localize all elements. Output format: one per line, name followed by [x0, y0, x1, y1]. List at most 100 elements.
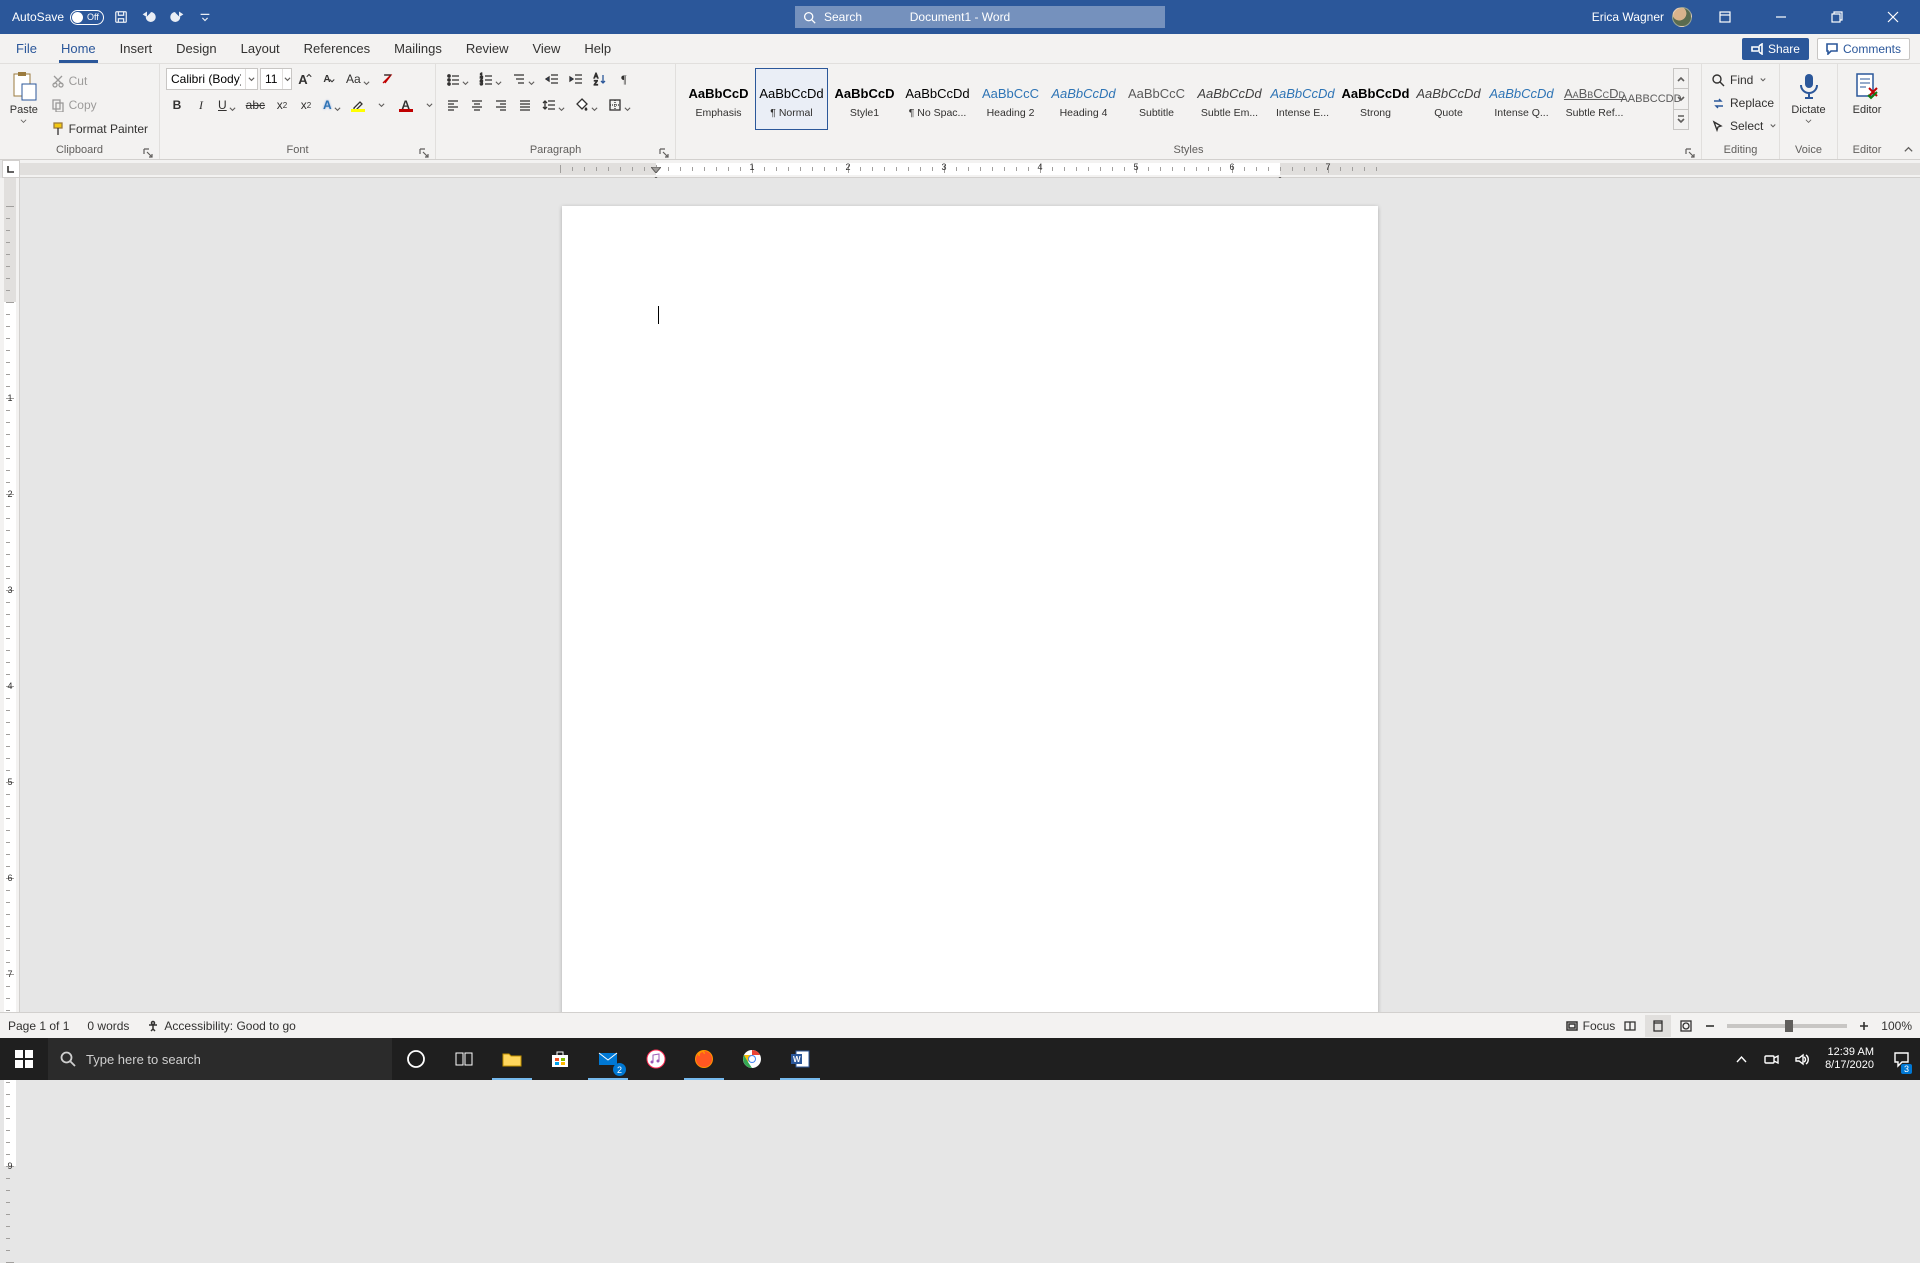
style-item[interactable]: AaBbCcCSubtitle — [1120, 68, 1193, 130]
change-case-button[interactable]: Aa — [342, 68, 374, 90]
zoom-slider[interactable] — [1727, 1024, 1847, 1028]
style-item[interactable]: AaBbCcDdIntense E... — [1266, 68, 1339, 130]
select-button[interactable]: Select — [1708, 116, 1780, 136]
paste-button[interactable]: Paste — [6, 68, 42, 125]
chrome-button[interactable] — [728, 1038, 776, 1080]
taskbar-clock[interactable]: 12:39 AM 8/17/2020 — [1819, 1046, 1880, 1072]
zoom-in-button[interactable] — [1855, 1017, 1873, 1035]
autosave-toggle[interactable]: AutoSave Off — [12, 10, 104, 25]
editor-button[interactable]: Editor — [1845, 68, 1889, 116]
superscript-button[interactable]: x2 — [295, 94, 317, 116]
line-spacing-button[interactable] — [538, 94, 569, 116]
format-painter-button[interactable]: Format Painter — [46, 118, 153, 140]
highlight-color-button[interactable] — [347, 94, 369, 116]
tab-help[interactable]: Help — [572, 34, 623, 63]
file-explorer-button[interactable] — [488, 1038, 536, 1080]
tab-home[interactable]: Home — [49, 34, 108, 63]
volume-button[interactable] — [1789, 1038, 1813, 1080]
status-page[interactable]: Page 1 of 1 — [8, 1019, 69, 1033]
font-size-combo[interactable] — [260, 68, 292, 90]
sort-button[interactable]: AZ — [589, 68, 611, 90]
borders-button[interactable] — [604, 94, 635, 116]
action-center-button[interactable]: 3 — [1886, 1038, 1916, 1080]
bold-button[interactable]: B — [166, 94, 188, 116]
mail-button[interactable]: 2 — [584, 1038, 632, 1080]
maximize-button[interactable] — [1814, 0, 1860, 34]
clear-formatting-button[interactable] — [376, 68, 398, 90]
shrink-font-button[interactable]: A — [318, 68, 340, 90]
grow-font-button[interactable]: A — [294, 68, 316, 90]
taskbar-search[interactable]: Type here to search — [48, 1038, 392, 1080]
style-item[interactable]: AaBbCcDdStrong — [1339, 68, 1412, 130]
show-hide-button[interactable]: ¶ — [613, 68, 635, 90]
replace-button[interactable]: Replace — [1708, 93, 1778, 113]
text-effects-button[interactable]: A — [319, 94, 345, 116]
web-layout-button[interactable] — [1673, 1015, 1699, 1037]
cut-button[interactable]: Cut — [46, 70, 153, 92]
styles-down[interactable] — [1674, 89, 1688, 109]
print-layout-button[interactable] — [1645, 1015, 1671, 1037]
clipboard-launcher[interactable] — [143, 145, 155, 157]
itunes-button[interactable] — [632, 1038, 680, 1080]
copy-button[interactable]: Copy — [46, 94, 153, 116]
align-left-button[interactable] — [442, 94, 464, 116]
subscript-button[interactable]: x2 — [271, 94, 293, 116]
styles-gallery[interactable]: AaBbCcDEmphasisAaBbCcDd¶ NormalAaBbCcDSt… — [682, 68, 1689, 130]
font-launcher[interactable] — [419, 145, 431, 157]
customize-qat-button[interactable] — [194, 6, 216, 28]
paragraph-launcher[interactable] — [659, 145, 671, 157]
dictate-button[interactable]: Dictate — [1787, 68, 1831, 125]
font-name-input[interactable] — [167, 69, 245, 89]
multilevel-list-button[interactable] — [508, 68, 539, 90]
meet-now-button[interactable] — [1759, 1038, 1783, 1080]
word-button[interactable]: W — [776, 1038, 824, 1080]
styles-launcher[interactable] — [1685, 145, 1697, 157]
bullets-button[interactable] — [442, 68, 473, 90]
microsoft-store-button[interactable] — [536, 1038, 584, 1080]
style-item[interactable]: AABBCCDD — [1631, 68, 1671, 130]
search-box[interactable]: Search — [795, 6, 1165, 28]
status-accessibility[interactable]: Accessibility: Good to go — [147, 1019, 295, 1033]
tab-file[interactable]: File — [4, 34, 49, 63]
style-item[interactable]: AaBbCcDdHeading 4 — [1047, 68, 1120, 130]
tab-design[interactable]: Design — [164, 34, 228, 63]
ruler-vertical[interactable]: 123456789 — [0, 178, 20, 1048]
style-item[interactable]: AaBbCcDStyle1 — [828, 68, 901, 130]
focus-mode-button[interactable]: Focus — [1566, 1019, 1616, 1033]
start-button[interactable] — [0, 1038, 48, 1080]
font-name-combo[interactable] — [166, 68, 258, 90]
font-color-button[interactable]: A — [395, 94, 417, 116]
comments-button[interactable]: Comments — [1817, 38, 1910, 60]
align-center-button[interactable] — [466, 94, 488, 116]
font-size-dropdown[interactable] — [282, 69, 291, 89]
decrease-indent-button[interactable] — [541, 68, 563, 90]
hanging-indent-marker[interactable] — [651, 170, 661, 176]
page-scroll[interactable] — [20, 178, 1920, 1048]
strikethrough-button[interactable]: abc — [242, 94, 269, 116]
status-words[interactable]: 0 words — [87, 1019, 129, 1033]
justify-button[interactable] — [514, 94, 536, 116]
tab-layout[interactable]: Layout — [229, 34, 292, 63]
style-item[interactable]: AaBbCcCHeading 2 — [974, 68, 1047, 130]
first-line-indent-marker[interactable] — [651, 160, 661, 166]
zoom-level-button[interactable]: 100% — [1881, 1019, 1912, 1033]
undo-button[interactable] — [138, 6, 160, 28]
minimize-button[interactable] — [1758, 0, 1804, 34]
tray-overflow-button[interactable] — [1729, 1038, 1753, 1080]
save-button[interactable] — [110, 6, 132, 28]
tab-insert[interactable]: Insert — [108, 34, 165, 63]
share-button[interactable]: Share — [1742, 38, 1809, 60]
font-name-dropdown[interactable] — [245, 69, 257, 89]
ribbon-display-options-button[interactable] — [1702, 0, 1748, 34]
style-item[interactable]: AaBbCcDd¶ No Spac... — [901, 68, 974, 130]
style-item[interactable]: AaBbCcDEmphasis — [682, 68, 755, 130]
zoom-thumb[interactable] — [1785, 1020, 1793, 1032]
style-item[interactable]: AaBbCcDdQuote — [1412, 68, 1485, 130]
italic-button[interactable]: I — [190, 94, 212, 116]
highlight-color-dropdown[interactable] — [371, 94, 393, 116]
shading-button[interactable] — [571, 94, 602, 116]
numbering-button[interactable]: 123 — [475, 68, 506, 90]
ruler-horizontal[interactable]: 1234567 — [20, 160, 1920, 178]
account-button[interactable]: Erica Wagner — [1592, 7, 1692, 27]
font-size-input[interactable] — [261, 69, 282, 89]
